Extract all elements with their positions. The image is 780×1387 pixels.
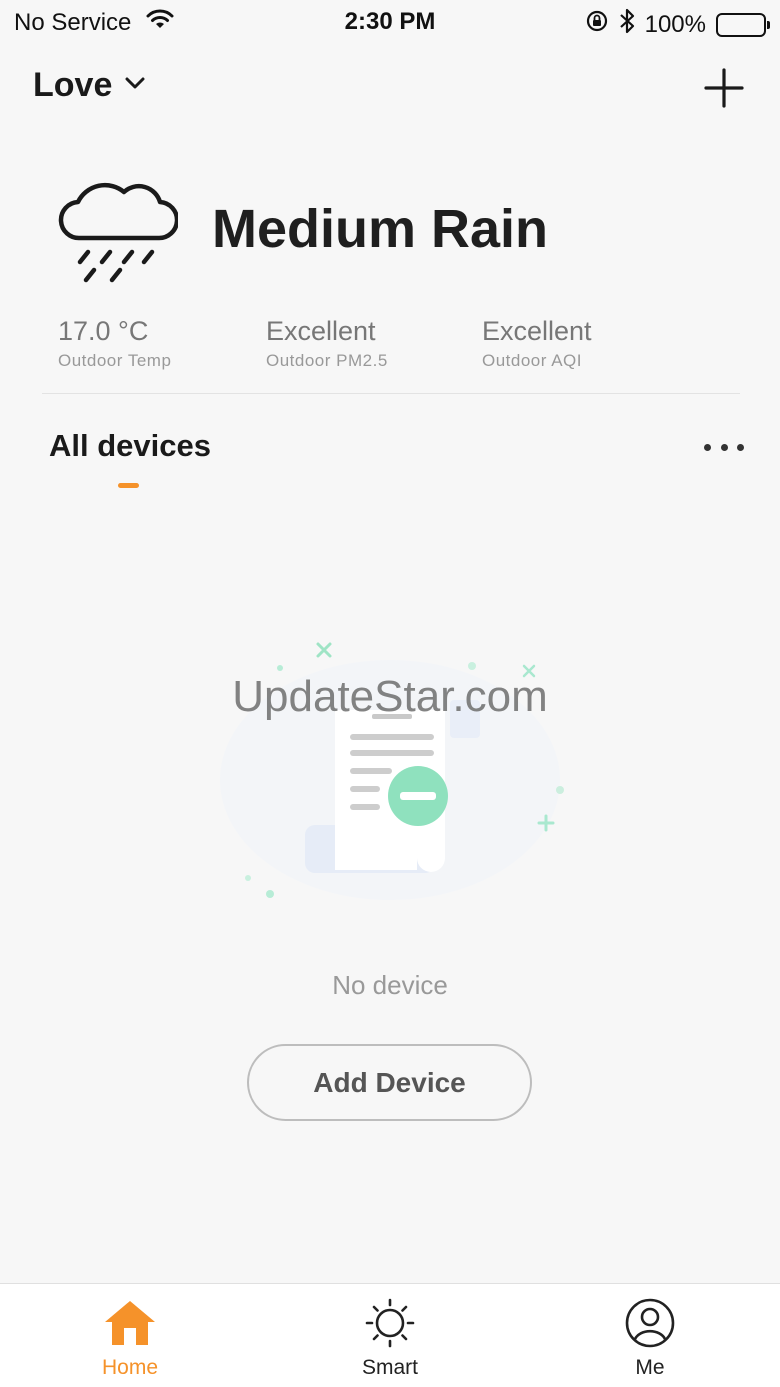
stat-label: Outdoor Temp: [58, 351, 172, 370]
user-icon: [625, 1298, 675, 1348]
tabbar-item-home[interactable]: Home: [70, 1298, 190, 1380]
battery-percent: 100%: [644, 10, 706, 38]
home-name: Love: [33, 66, 113, 104]
bluetooth-icon: [619, 8, 635, 41]
status-right: 100%: [585, 8, 770, 41]
stat-outdoor-temp: 17.0 °C Outdoor Temp: [58, 316, 171, 371]
weather-condition: Medium Rain: [212, 199, 549, 259]
tabbar-label: Me: [635, 1356, 665, 1379]
tabbar-item-smart[interactable]: Smart: [330, 1298, 450, 1380]
empty-state-text: No device: [332, 970, 448, 1000]
stat-value: Excellent: [482, 316, 592, 346]
tabbar-label: Home: [101, 1356, 159, 1379]
stat-value: 17.0 °C: [58, 316, 149, 346]
chevron-down-icon: [124, 76, 146, 95]
tabbar-item-me[interactable]: Me: [590, 1298, 710, 1380]
add-device-button[interactable]: Add Device: [247, 1044, 532, 1121]
stat-outdoor-pm25: Excellent Outdoor PM2.5: [266, 316, 388, 371]
plus-icon: [704, 68, 744, 108]
bottom-tab-bar: Home Smart Me: [0, 1283, 780, 1387]
tabbar-label: Smart: [361, 1356, 418, 1379]
home-icon: [105, 1301, 155, 1345]
tab-active-indicator: [118, 483, 139, 488]
home-selector[interactable]: Love: [33, 66, 146, 105]
battery-icon: [716, 12, 770, 37]
divider: [42, 393, 740, 394]
status-bar: No Service 2:30 PM 100%: [0, 0, 780, 44]
stat-label: Outdoor AQI: [482, 351, 582, 370]
sun-icon: [365, 1298, 415, 1348]
rain-cloud-icon: [58, 170, 180, 286]
orientation-lock-icon: [585, 9, 609, 40]
stat-value: Excellent: [266, 316, 376, 346]
tab-all-devices[interactable]: All devices: [49, 428, 211, 464]
stat-outdoor-aqi: Excellent Outdoor AQI: [482, 316, 592, 371]
more-options-icon[interactable]: [704, 440, 744, 454]
stat-label: Outdoor PM2.5: [266, 351, 388, 370]
weather-section: Medium Rain: [58, 170, 738, 283]
watermark: UpdateStar.com: [232, 672, 548, 721]
add-button[interactable]: [704, 68, 744, 108]
